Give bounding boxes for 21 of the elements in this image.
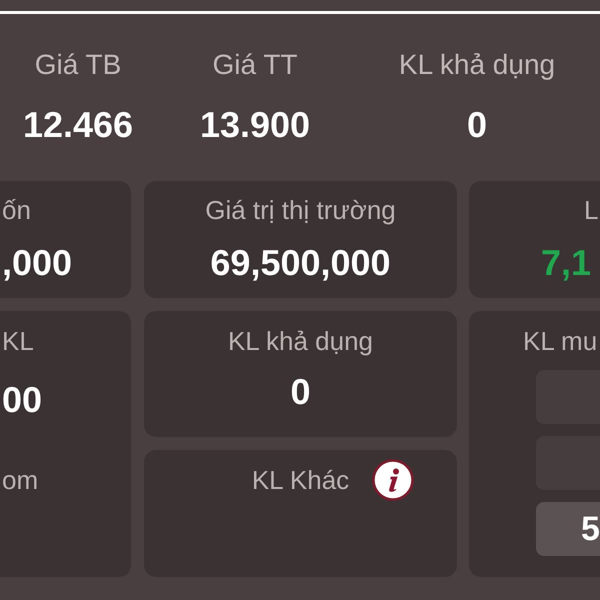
card-label: L: [584, 195, 598, 225]
card-label: KL khả dụng: [228, 326, 374, 356]
card-value: 00: [2, 380, 42, 420]
card-label: ốn: [2, 195, 31, 225]
stat-value: 0: [466, 105, 488, 145]
card-label: om: [2, 465, 38, 495]
info-icon[interactable]: [372, 459, 414, 501]
card-value: ,000: [2, 243, 72, 283]
card-label: Giá trị thị trường: [205, 195, 396, 225]
quantity-tile[interactable]: 5: [536, 502, 600, 556]
card-value: 0: [290, 372, 311, 412]
stat-value: 13.900: [200, 105, 310, 145]
card-value: 69,500,000: [210, 243, 391, 283]
stat-label: KL khả dụng: [398, 49, 556, 81]
stat-label: Giá TT: [212, 49, 298, 81]
stat-value: 12.466: [22, 105, 134, 145]
card-label: KL mu: [523, 326, 598, 356]
card-label: KL: [2, 326, 34, 356]
stat-label: Giá TB: [34, 49, 122, 81]
card-label: KL Khác: [252, 465, 350, 495]
card-value: 7,1: [541, 243, 592, 283]
